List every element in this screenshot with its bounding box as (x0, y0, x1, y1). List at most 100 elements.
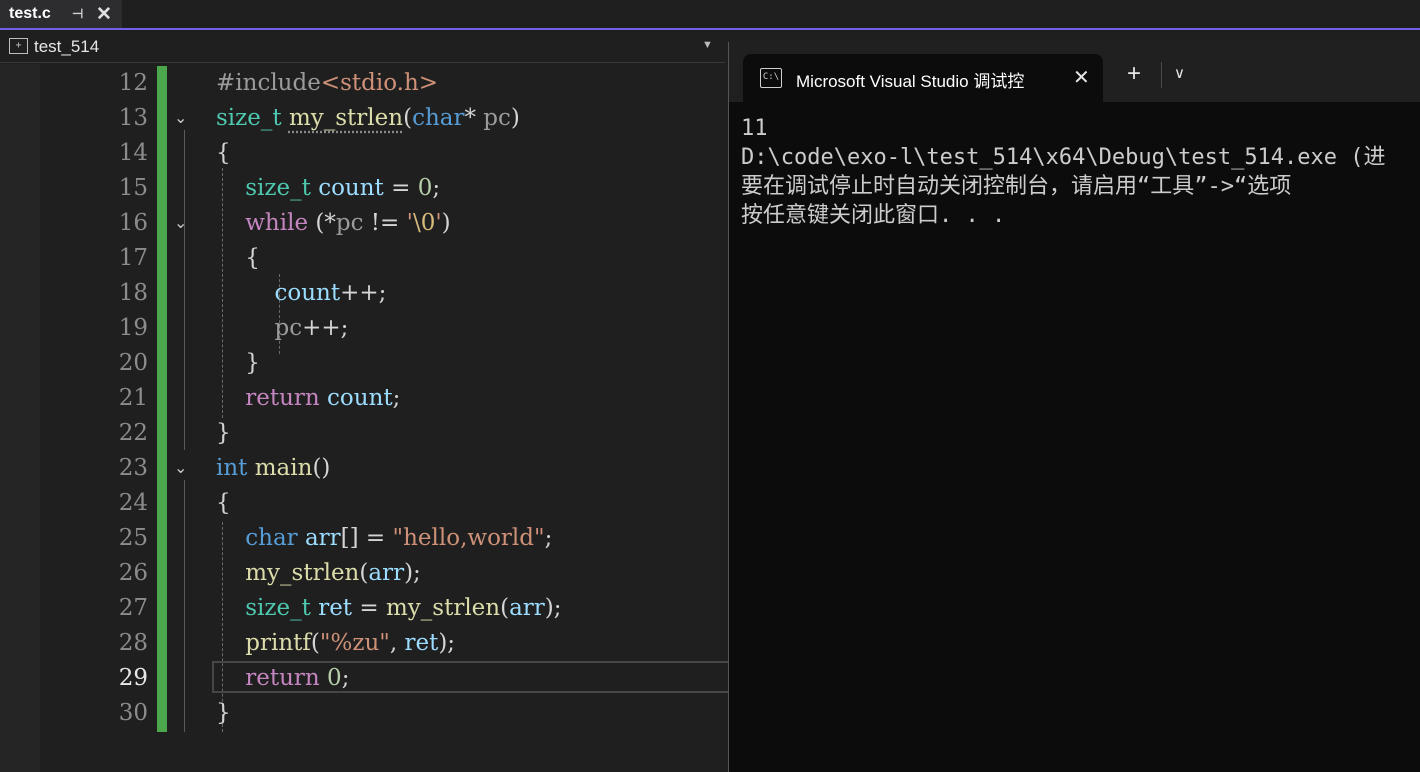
code-line: } (216, 696, 231, 731)
keyword-token: char (412, 105, 465, 131)
variable-token: count (327, 385, 393, 411)
parameter-token: pc (483, 105, 511, 131)
punctuation: ; (392, 385, 401, 411)
code-editor[interactable]: 12 13 14 15 16 17 18 19 20 21 22 23 24 2… (0, 64, 728, 772)
new-tab-button[interactable]: + (1127, 62, 1141, 86)
tab-label: test.c (9, 5, 51, 22)
tab-accent-line (0, 28, 1420, 30)
close-icon[interactable]: ✕ (1073, 65, 1090, 90)
function-name[interactable]: my_strlen (245, 560, 359, 586)
code-line: count++; (216, 276, 387, 311)
terminal-titlebar[interactable]: C:\ Microsoft Visual Studio 调试控 ✕ + ∨ (729, 42, 1420, 102)
fold-outline (184, 480, 185, 732)
line-number: 12 (118, 70, 148, 96)
brace: { (245, 245, 260, 271)
debug-console-window: C:\ Microsoft Visual Studio 调试控 ✕ + ∨ 11… (728, 42, 1420, 772)
output-line: D:\code\exo-l\test_514\x64\Debug\test_51… (741, 145, 1386, 170)
operator: [] = (340, 525, 393, 551)
punctuation: ; (341, 665, 350, 691)
brace: } (245, 350, 260, 376)
project-icon: + (9, 38, 28, 54)
punctuation: ; (544, 525, 553, 551)
variable-token: ret (404, 630, 439, 656)
punctuation: ( (500, 595, 510, 621)
fold-chevron-icon[interactable]: ⌄ (174, 108, 187, 128)
type-token: size_t (245, 595, 311, 621)
code-line: #include<stdio.h> (216, 66, 438, 101)
project-selector[interactable]: test_514 (34, 37, 99, 57)
line-number: 20 (118, 350, 148, 376)
output-line: 按任意键关闭此窗口. . . (741, 203, 1006, 228)
fold-chevron-icon[interactable]: ⌄ (174, 458, 187, 478)
variable-token: count (318, 175, 384, 201)
function-name[interactable]: printf (245, 630, 311, 656)
variable-token: count (274, 280, 341, 306)
code-line: return count; (216, 381, 400, 416)
brace: { (216, 140, 231, 166)
operator: = (383, 175, 418, 201)
line-number: 27 (118, 595, 148, 621)
fold-chevron-icon[interactable]: ⌄ (174, 213, 187, 233)
code-line: my_strlen(arr); (216, 556, 421, 591)
variable-token: ret (318, 595, 353, 621)
line-number: 19 (118, 315, 148, 341)
terminal-tab-title: Microsoft Visual Studio 调试控 (796, 72, 1025, 91)
punctuation: ) (510, 105, 520, 131)
function-name[interactable]: main (255, 455, 313, 481)
line-number: 13 (118, 105, 148, 131)
parameter-token: pc (335, 210, 364, 236)
code-line: int main() (216, 451, 330, 486)
operator: (* (308, 210, 336, 236)
string-literal: "%zu" (319, 630, 390, 656)
line-number: 21 (118, 385, 148, 411)
line-number: 14 (118, 140, 148, 166)
punctuation: ); (404, 560, 421, 586)
close-icon[interactable]: ✕ (96, 3, 112, 26)
number-literal: 0 (327, 665, 342, 691)
pin-icon[interactable]: ⊣ (72, 6, 83, 22)
code-line: size_t ret = my_strlen(arr); (216, 591, 562, 626)
line-number: 17 (118, 245, 148, 271)
punctuation: ); (544, 595, 562, 621)
operator: = (352, 595, 386, 621)
code-line: { (216, 136, 231, 171)
type-token: size_t (245, 175, 311, 201)
code-line: pc++; (216, 311, 349, 346)
line-number: 24 (118, 490, 148, 516)
tab-test-c[interactable]: test.c ⊣ ✕ (0, 0, 122, 28)
line-number: 23 (118, 455, 148, 481)
terminal-tab[interactable]: C:\ Microsoft Visual Studio 调试控 ✕ (743, 54, 1103, 102)
line-number-active: 29 (118, 665, 148, 691)
chevron-down-icon[interactable]: ▼ (702, 39, 713, 51)
punctuation: ( (403, 105, 413, 131)
code-line: { (216, 486, 231, 521)
punctuation: , (389, 630, 405, 656)
brace: } (216, 700, 231, 726)
punctuation: ) (441, 210, 451, 236)
function-name[interactable]: my_strlen (386, 595, 500, 621)
code-line-current: return 0; (216, 661, 349, 696)
variable-token: arr (509, 595, 545, 621)
chevron-down-icon[interactable]: ∨ (1174, 64, 1185, 82)
variable-token: arr (304, 525, 341, 551)
line-number: 26 (118, 560, 148, 586)
code-line: size_t my_strlen(char* pc) (216, 101, 520, 136)
include-header: <stdio.h> (320, 70, 439, 96)
control-keyword: return (245, 665, 320, 691)
punctuation: ); (438, 630, 456, 656)
code-line: } (216, 416, 231, 451)
parameter-token: pc (274, 315, 303, 341)
punctuation: ( (310, 630, 320, 656)
divider (1161, 62, 1162, 88)
variable-token: arr (368, 560, 405, 586)
type-token: size_t (216, 105, 282, 131)
terminal-output[interactable]: 11 D:\code\exo-l\test_514\x64\Debug\test… (741, 114, 1420, 230)
control-keyword: return (245, 385, 320, 411)
output-line: 要在调试停止时自动关闭控制台，请启用“工具”->“选项 (741, 174, 1292, 199)
number-literal: 0 (417, 175, 433, 201)
output-line: 11 (741, 116, 768, 141)
navigation-bar: + test_514 ▼ (0, 33, 725, 63)
function-name[interactable]: my_strlen (289, 105, 403, 131)
code-line: size_t count = 0; (216, 171, 440, 206)
punctuation: ; (432, 175, 441, 201)
